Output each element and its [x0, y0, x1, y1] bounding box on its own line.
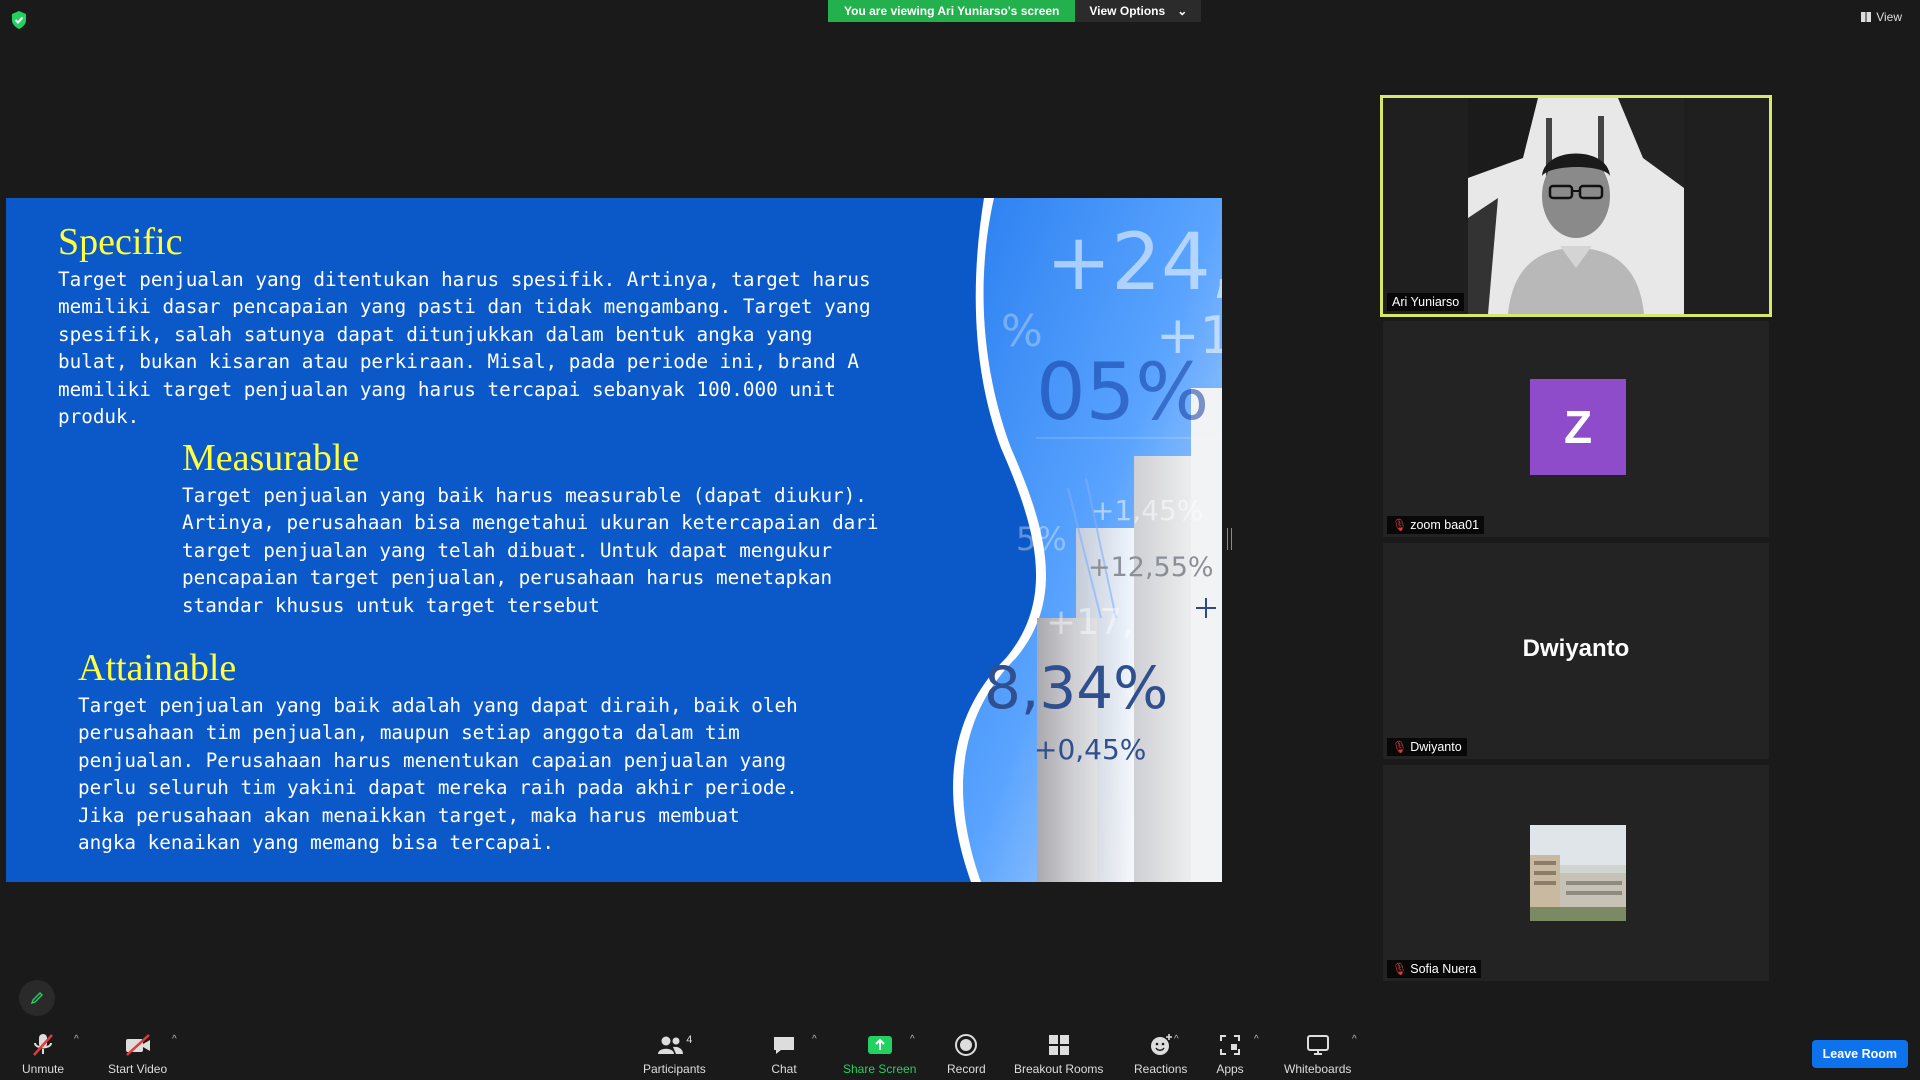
gallery-view-icon	[1861, 12, 1872, 22]
share-options-caret-icon[interactable]: ^	[910, 1034, 915, 1045]
record-icon	[955, 1034, 978, 1056]
participants-count: 4	[686, 1034, 693, 1046]
annotate-pencil-button[interactable]	[19, 980, 55, 1016]
video-options-caret-icon[interactable]: ^	[172, 1034, 177, 1045]
deco-number: 05%	[1036, 348, 1210, 438]
participant-tile-dwiyanto[interactable]: Dwiyanto 🎙 Dwiyanto	[1383, 543, 1769, 759]
participant-tile-zoom-baa01[interactable]: Z 🎙 zoom baa01	[1383, 321, 1769, 537]
deco-number: +1,45%	[1091, 494, 1204, 527]
apps-icon	[1220, 1035, 1240, 1055]
apps-label: Apps	[1216, 1062, 1244, 1076]
leave-room-button[interactable]: Leave Room	[1811, 1040, 1908, 1068]
apps-button[interactable]: Apps	[1214, 1032, 1246, 1076]
chat-label: Chat	[771, 1062, 797, 1076]
shared-slide: +24, +1 % 05% +1,45% 5% +12,55% +17, 8,3…	[6, 198, 1222, 882]
unmute-label: Unmute	[22, 1062, 65, 1076]
chevron-down-icon: ⌄	[1177, 4, 1188, 18]
participant-tile-ari-yuniarso[interactable]: Ari Yuniarso	[1380, 95, 1772, 317]
view-button[interactable]: View	[1861, 10, 1902, 24]
pencil-icon	[30, 992, 43, 1005]
view-options-label: View Options	[1089, 4, 1166, 18]
share-screen-icon	[867, 1036, 892, 1054]
split-view-resize-handle[interactable]	[1227, 528, 1232, 550]
chat-options-caret-icon[interactable]: ^	[812, 1034, 817, 1045]
participant-name: 🎙 Dwiyanto	[1387, 738, 1467, 756]
participant-name-label: Dwiyanto	[1410, 740, 1462, 754]
start-video-button[interactable]: Start Video	[108, 1032, 167, 1076]
whiteboard-icon	[1306, 1035, 1329, 1055]
participant-video	[1468, 98, 1684, 314]
participants-label: Participants	[643, 1062, 706, 1076]
chat-button[interactable]: Chat	[768, 1032, 800, 1076]
reactions-button[interactable]: Reactions	[1134, 1032, 1187, 1076]
start-video-label: Start Video	[108, 1062, 168, 1076]
audio-options-caret-icon[interactable]: ^	[74, 1034, 79, 1045]
view-options-button[interactable]: View Options ⌄	[1075, 0, 1202, 22]
participant-tile-sofia-nuera[interactable]: 🎙 Sofia Nuera	[1383, 765, 1769, 981]
measurable-heading: Measurable	[182, 437, 360, 479]
mic-muted-icon: 🎙	[1392, 740, 1408, 754]
participant-display-name: Dwiyanto	[1522, 635, 1630, 662]
participant-name-label: Ari Yuniarso	[1392, 295, 1460, 309]
breakout-rooms-icon	[1048, 1035, 1069, 1055]
deco-number: +12,55%	[1088, 552, 1214, 583]
mic-muted-icon: 🎙	[1392, 962, 1408, 976]
mic-muted-icon: 🎙	[1392, 518, 1408, 532]
reactions-label: Reactions	[1134, 1062, 1188, 1076]
viewing-screen-label: You are viewing Ari Yuniarso's screen	[828, 0, 1076, 22]
chat-icon	[774, 1037, 794, 1054]
specific-heading: Specific	[58, 221, 183, 263]
participant-name: 🎙 Sofia Nuera	[1387, 960, 1482, 978]
measurable-paragraph: Target penjualan yang baik harus measura…	[182, 484, 879, 617]
avatar: Z	[1530, 379, 1626, 475]
breakout-rooms-label: Breakout Rooms	[1014, 1062, 1104, 1076]
mic-muted-icon	[33, 1034, 53, 1056]
specific-paragraph: Target penjualan yang ditentukan harus s…	[58, 268, 871, 429]
participant-name-label: zoom baa01	[1410, 518, 1480, 532]
attainable-paragraph: Target penjualan yang baik adalah yang d…	[78, 694, 798, 855]
share-screen-label: Share Screen	[843, 1062, 917, 1076]
reactions-icon	[1150, 1034, 1172, 1055]
deco-number: +17,	[1046, 602, 1134, 643]
participant-name-label: Sofia Nuera	[1410, 962, 1477, 976]
meeting-toolbar: Unmute ^ Start Video ^ 4 Participants Ch…	[0, 1020, 1920, 1080]
avatar-photo	[1530, 825, 1626, 921]
deco-number: +0,45%	[1034, 733, 1147, 766]
unmute-button[interactable]: Unmute	[22, 1032, 64, 1076]
participants-icon	[658, 1036, 684, 1054]
deco-number: 8,34%	[984, 654, 1169, 722]
participants-button[interactable]: 4 Participants	[643, 1032, 706, 1076]
participant-name: 🎙 zoom baa01	[1387, 516, 1485, 534]
whiteboards-label: Whiteboards	[1284, 1062, 1352, 1076]
deco-number: 5%	[1016, 520, 1067, 558]
reactions-options-caret-icon[interactable]: ^	[1174, 1034, 1179, 1045]
view-label: View	[1876, 10, 1902, 24]
share-screen-button[interactable]: Share Screen	[843, 1032, 916, 1076]
deco-number: +24,	[1046, 218, 1222, 308]
security-shield-icon[interactable]	[10, 10, 30, 30]
apps-options-caret-icon[interactable]: ^	[1254, 1034, 1259, 1045]
whiteboards-options-caret-icon[interactable]: ^	[1352, 1034, 1357, 1045]
video-off-icon	[125, 1034, 150, 1056]
record-label: Record	[947, 1062, 986, 1076]
record-button[interactable]: Record	[947, 1032, 986, 1076]
participant-name: Ari Yuniarso	[1387, 293, 1465, 311]
breakout-rooms-button[interactable]: Breakout Rooms	[1014, 1032, 1103, 1076]
screen-share-banner: You are viewing Ari Yuniarso's screen Vi…	[828, 0, 1202, 22]
whiteboards-button[interactable]: Whiteboards	[1284, 1032, 1351, 1076]
attainable-heading: Attainable	[78, 647, 237, 689]
